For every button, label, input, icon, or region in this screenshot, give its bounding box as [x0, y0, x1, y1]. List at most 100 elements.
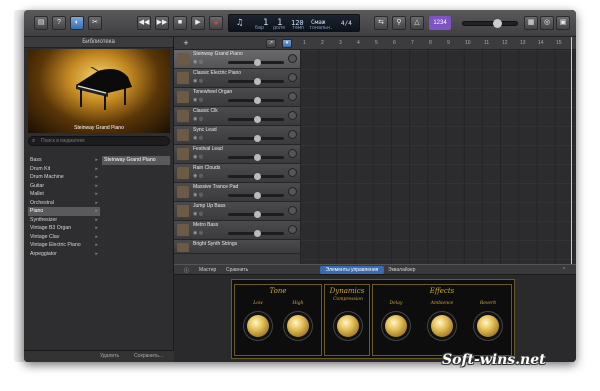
forward-icon[interactable]: ▶▶ [155, 16, 169, 30]
pan-knob[interactable] [288, 92, 297, 101]
slider-knob[interactable] [254, 59, 261, 66]
tuner-icon[interactable]: ⚲ [392, 16, 406, 30]
media-browser-icon[interactable]: ▣ [556, 16, 570, 30]
slider-knob[interactable] [254, 173, 261, 180]
high-knob[interactable] [287, 315, 309, 337]
track-volume-slider[interactable] [228, 59, 284, 66]
category-item[interactable]: Synthesizer ▸ [28, 216, 100, 225]
master-volume-slider[interactable] [462, 19, 518, 28]
track-row[interactable]: Rain Clouds ◉ ◎ [174, 164, 300, 183]
track-row[interactable]: Classic Clk ◉ ◎ [174, 107, 300, 126]
pan-knob[interactable] [288, 225, 297, 234]
cycle-icon[interactable]: ⇆ [374, 16, 388, 30]
category-item[interactable]: Drum Kit ▸ [28, 165, 100, 174]
ambience-knob[interactable] [431, 315, 453, 337]
track-row[interactable]: Jump Up Bass ◉ ◎ [174, 202, 300, 221]
delete-button[interactable]: Удалить [100, 353, 119, 359]
category-item[interactable]: Orchestral ▸ [28, 199, 100, 208]
category-item[interactable]: Guitar ▸ [28, 182, 100, 191]
count-in-badge[interactable]: 1234 [429, 16, 451, 30]
compare-button[interactable]: Сравнить [226, 267, 248, 273]
category-item[interactable]: Mallet ▸ [28, 190, 100, 199]
slider-knob[interactable] [254, 97, 261, 104]
track-volume-slider[interactable] [228, 116, 284, 123]
loop-browser-icon[interactable]: ◎ [540, 16, 554, 30]
pan-knob[interactable] [288, 206, 297, 215]
track-row[interactable]: Classic Electric Piano ◉ ◎ [174, 69, 300, 88]
category-item-selected[interactable]: Piano ▸ [28, 207, 100, 216]
category-item[interactable]: Vintage Electric Piano ▸ [28, 241, 100, 250]
low-knob[interactable] [247, 315, 269, 337]
tab-controls[interactable]: Элементы управления [320, 266, 384, 274]
master-button[interactable]: Мастер [199, 267, 216, 273]
category-item[interactable]: Vintage B3 Organ ▸ [28, 224, 100, 233]
track-volume-slider[interactable] [228, 97, 284, 104]
pan-knob[interactable] [288, 111, 297, 120]
track-row[interactable]: Bright Synth Strings [174, 240, 300, 254]
rewind-icon[interactable]: ◀◀ [137, 16, 151, 30]
mute-solo-icons[interactable]: ◉ ◎ [193, 135, 203, 141]
save-button[interactable]: Сохранить... [134, 353, 163, 359]
track-volume-slider[interactable] [228, 173, 284, 180]
editors-icon[interactable]: ✂ [88, 16, 102, 30]
slider-knob[interactable] [254, 230, 261, 237]
slider-knob[interactable] [254, 154, 261, 161]
track-volume-slider[interactable] [228, 211, 284, 218]
library-search-input[interactable]: ⌕ Поиск в медиатеке [28, 136, 170, 146]
volume-knob[interactable] [493, 19, 502, 28]
slider-knob[interactable] [254, 135, 261, 142]
smart-controls-icon[interactable]: ◐ [70, 16, 84, 30]
timeline-ruler[interactable]: 1 2 3 4 5 6 7 8 9 10 11 12 13 14 15 [300, 37, 576, 50]
mute-solo-icons[interactable]: ◉ ◎ [193, 116, 203, 122]
mute-solo-icons[interactable]: ◉ ◎ [193, 78, 203, 84]
track-volume-slider[interactable] [228, 135, 284, 142]
delay-knob[interactable] [385, 315, 407, 337]
pan-knob[interactable] [288, 149, 297, 158]
lcd-display[interactable]: ♫ 1 1 бар доля 120 темп Cмаж тональн. 4/… [228, 14, 360, 32]
track-volume-slider[interactable] [228, 192, 284, 199]
category-item[interactable]: Vintage Clav ▸ [28, 233, 100, 242]
notepad-icon[interactable]: ▦ [524, 16, 538, 30]
tracks-area[interactable] [300, 50, 576, 264]
track-row[interactable]: Sync Lead ◉ ◎ [174, 126, 300, 145]
playhead[interactable] [571, 37, 572, 264]
mute-solo-icons[interactable]: ◉ ◎ [193, 211, 203, 217]
pan-knob[interactable] [288, 73, 297, 82]
library-toggle-icon[interactable]: ▤ [34, 16, 48, 30]
filter-icon[interactable]: ▾ [282, 39, 292, 48]
category-item[interactable]: Bass ▸ [28, 156, 100, 165]
track-volume-slider[interactable] [228, 154, 284, 161]
pan-knob[interactable] [288, 187, 297, 196]
slider-knob[interactable] [254, 116, 261, 123]
slider-knob[interactable] [254, 78, 261, 85]
help-icon[interactable]: ? [52, 16, 66, 30]
track-row[interactable]: Tonewheel Organ ◉ ◎ [174, 88, 300, 107]
metronome-icon[interactable]: △ [410, 16, 424, 30]
tab-equalizer[interactable]: Эквалайзер [388, 267, 415, 273]
slider-knob[interactable] [254, 192, 261, 199]
mute-solo-icons[interactable]: ◉ ◎ [193, 59, 203, 65]
track-row[interactable]: Metro Bass ◉ ◎ [174, 221, 300, 240]
mute-solo-icons[interactable]: ◉ ◎ [193, 192, 203, 198]
mute-solo-icons[interactable]: ◉ ◎ [193, 154, 203, 160]
stop-icon[interactable]: ■ [173, 16, 187, 30]
mute-solo-icons[interactable]: ◉ ◎ [193, 97, 203, 103]
track-row[interactable]: Festival Lead ◉ ◎ [174, 145, 300, 164]
pan-knob[interactable] [288, 168, 297, 177]
category-item[interactable]: Arpeggiator ▸ [28, 250, 100, 259]
record-icon[interactable]: ● [209, 16, 223, 30]
compression-knob[interactable] [337, 315, 359, 337]
pan-knob[interactable] [288, 54, 297, 63]
track-row-selected[interactable]: Steinway Grand Piano ◉ ◎ [174, 50, 300, 69]
play-icon[interactable]: ▶ [191, 16, 205, 30]
slider-knob[interactable] [254, 211, 261, 218]
track-volume-slider[interactable] [228, 78, 284, 85]
reverb-knob[interactable] [477, 315, 499, 337]
track-volume-slider[interactable] [228, 230, 284, 237]
mute-solo-icons[interactable]: ◉ ◎ [193, 173, 203, 179]
catch-icon[interactable]: ↗ [266, 39, 276, 48]
mute-solo-icons[interactable]: ◉ ◎ [193, 230, 203, 236]
preset-item-selected[interactable]: Steinway Grand Piano [102, 156, 170, 165]
track-row[interactable]: Massive Trance Pad ◉ ◎ [174, 183, 300, 202]
info-icon[interactable]: ⓘ [184, 267, 189, 274]
